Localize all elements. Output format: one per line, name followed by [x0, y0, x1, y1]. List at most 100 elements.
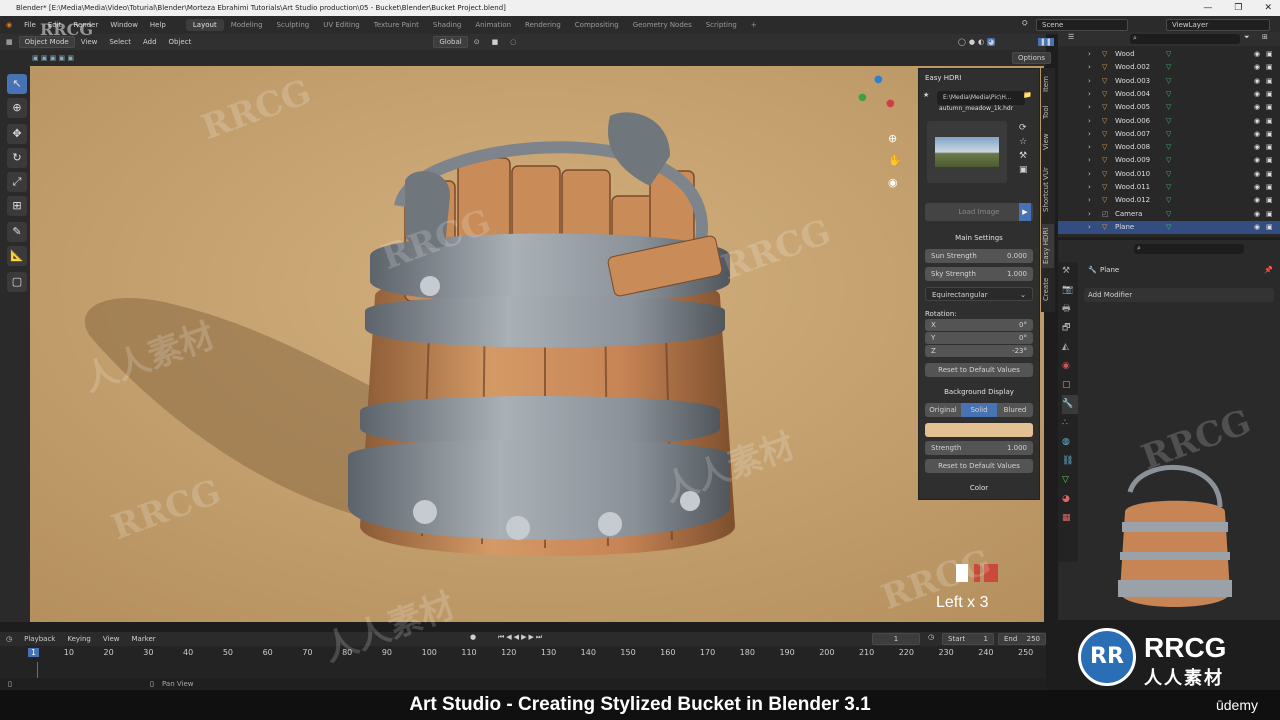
- playback-controls-icons[interactable]: ⏮◀◀▶▶⏭: [498, 633, 544, 642]
- menu-add[interactable]: Add: [137, 38, 163, 46]
- background-display-header[interactable]: Background Display: [925, 385, 1033, 399]
- render-visibility-icon[interactable]: ▣: [1266, 61, 1273, 74]
- tab-geometry-nodes[interactable]: Geometry Nodes: [626, 19, 699, 31]
- outliner-item[interactable]: › ▽ Wood.003 ▽ ◉ ▣: [1058, 75, 1280, 88]
- reset-defaults-button[interactable]: Reset to Default Values: [925, 363, 1033, 377]
- object-mode-dropdown[interactable]: Object Mode: [18, 36, 75, 48]
- options-dropdown[interactable]: Options: [1012, 52, 1052, 64]
- visibility-eye-icon[interactable]: ◉: [1254, 194, 1260, 207]
- measure-tool-icon[interactable]: 📐: [7, 246, 27, 266]
- tab-uv-editing[interactable]: UV Editing: [316, 19, 367, 31]
- shading-wireframe-icon[interactable]: ◯: [958, 38, 966, 46]
- rotation-z-field[interactable]: Z -23°: [925, 345, 1033, 357]
- visibility-eye-icon[interactable]: ◉: [1254, 75, 1260, 88]
- main-settings-header[interactable]: Main Settings: [925, 231, 1033, 245]
- tab-create[interactable]: Create: [1042, 274, 1054, 304]
- visibility-eye-icon[interactable]: ◉: [1254, 115, 1260, 128]
- minimize-icon[interactable]: —: [1203, 0, 1212, 16]
- scale-tool-icon[interactable]: ⤢: [7, 172, 27, 192]
- select-box-mode-icons[interactable]: ▣ ▣ ▣ ▣ ▣: [32, 54, 74, 62]
- scene-icon[interactable]: ◭: [1062, 338, 1078, 357]
- render-visibility-icon[interactable]: ▣: [1266, 221, 1273, 234]
- tab-tool[interactable]: Tool: [1042, 100, 1054, 124]
- expand-arrow-icon[interactable]: ›: [1088, 48, 1091, 61]
- close-icon[interactable]: ✕: [1264, 0, 1272, 16]
- select-tool-icon[interactable]: ↖: [7, 74, 27, 94]
- tab-shading[interactable]: Shading: [426, 19, 468, 31]
- tab-scripting[interactable]: Scripting: [699, 19, 744, 31]
- next-hdri-icon[interactable]: ▶: [1019, 203, 1031, 221]
- reset-defaults-button-2[interactable]: Reset to Default Values: [925, 459, 1033, 473]
- visibility-eye-icon[interactable]: ◉: [1254, 88, 1260, 101]
- maximize-icon[interactable]: ❐: [1234, 0, 1242, 16]
- tab-modeling[interactable]: Modeling: [224, 19, 270, 31]
- expand-arrow-icon[interactable]: ›: [1088, 181, 1091, 194]
- expand-arrow-icon[interactable]: ›: [1088, 115, 1091, 128]
- tab-item[interactable]: Item: [1042, 72, 1054, 96]
- outliner-item[interactable]: › ▽ Plane ▽ ◉ ▣: [1058, 220, 1280, 234]
- sky-strength-field[interactable]: Sky Strength 1.000: [925, 267, 1033, 281]
- outliner-search-input[interactable]: ⌕: [1130, 34, 1240, 44]
- expand-arrow-icon[interactable]: ›: [1088, 61, 1091, 74]
- pin-icon[interactable]: 📌: [1264, 266, 1273, 274]
- physics-icon[interactable]: ◍: [1062, 433, 1078, 452]
- outliner-item[interactable]: › ▽ Wood.007 ▽ ◉ ▣: [1058, 128, 1280, 141]
- snap-icon[interactable]: ■: [486, 38, 505, 46]
- cursor-tool-icon[interactable]: ⊕: [7, 98, 27, 118]
- strength-field[interactable]: Strength 1.000: [925, 441, 1033, 455]
- render-visibility-icon[interactable]: ▣: [1266, 168, 1273, 181]
- start-frame-field[interactable]: Start 1: [942, 633, 994, 645]
- current-frame-field[interactable]: 1: [872, 633, 920, 645]
- expand-arrow-icon[interactable]: ›: [1088, 141, 1091, 154]
- 3d-viewport[interactable]: ● ● ● ⊕ ✋ ◉ Left x 3: [30, 66, 1044, 622]
- rotate-tool-icon[interactable]: ↻: [7, 148, 27, 168]
- render-visibility-icon[interactable]: ▣: [1266, 48, 1273, 61]
- outliner-item[interactable]: › ▽ Wood.006 ▽ ◉ ▣: [1058, 115, 1280, 128]
- add-cube-tool-icon[interactable]: ▢: [7, 272, 27, 292]
- render-icon[interactable]: 📷: [1062, 281, 1078, 300]
- bg-option-original[interactable]: Original: [925, 403, 961, 417]
- texture-icon[interactable]: ▦: [1062, 509, 1078, 528]
- data-icon[interactable]: ▽: [1062, 471, 1078, 490]
- menu-keying[interactable]: Keying: [61, 635, 97, 643]
- menu-edit[interactable]: Edit: [42, 21, 68, 29]
- visibility-eye-icon[interactable]: ◉: [1254, 128, 1260, 141]
- load-image-button[interactable]: Load Image: [925, 203, 1033, 221]
- outliner-item[interactable]: › ▽ Wood.010 ▽ ◉ ▣: [1058, 168, 1280, 181]
- annotate-tool-icon[interactable]: ✎: [7, 222, 27, 242]
- render-visibility-icon[interactable]: ▣: [1266, 141, 1273, 154]
- expand-arrow-icon[interactable]: ›: [1088, 208, 1091, 221]
- playhead[interactable]: [37, 662, 38, 678]
- view-layer-selector[interactable]: ViewLayer: [1166, 19, 1270, 31]
- visibility-eye-icon[interactable]: ◉: [1254, 168, 1260, 181]
- sun-strength-field[interactable]: Sun Strength 0.000: [925, 249, 1033, 263]
- render-visibility-icon[interactable]: ▣: [1266, 75, 1273, 88]
- tab-animation[interactable]: Animation: [468, 19, 518, 31]
- outliner-item[interactable]: › ▽ Wood.011 ▽ ◉ ▣: [1058, 181, 1280, 194]
- shading-solid-icon[interactable]: ●: [969, 38, 975, 46]
- outliner-item[interactable]: › ▽ Wood.008 ▽ ◉ ▣: [1058, 141, 1280, 154]
- tab-view[interactable]: View: [1042, 130, 1054, 154]
- tab-rendering[interactable]: Rendering: [518, 19, 568, 31]
- tab-texture-paint[interactable]: Texture Paint: [367, 19, 426, 31]
- visibility-eye-icon[interactable]: ◉: [1254, 154, 1260, 167]
- image-icon[interactable]: ▣: [1019, 163, 1028, 177]
- constraints-icon[interactable]: ⛓: [1062, 452, 1078, 471]
- menu-timeline-view[interactable]: View: [97, 635, 126, 643]
- expand-arrow-icon[interactable]: ›: [1088, 75, 1091, 88]
- refresh-icon[interactable]: ⟳: [1019, 121, 1028, 135]
- scene-icon[interactable]: ⛭: [1022, 19, 1028, 28]
- projection-dropdown[interactable]: Equirectangular ⌄: [925, 287, 1033, 301]
- tab-easy-hdri[interactable]: Easy HDRI: [1042, 224, 1054, 268]
- outliner-item[interactable]: › ▽ Wood.004 ▽ ◉ ▣: [1058, 88, 1280, 101]
- object-icon[interactable]: ▢: [1062, 376, 1078, 395]
- display-mode-icon[interactable]: ☰: [1068, 33, 1074, 41]
- visibility-eye-icon[interactable]: ◉: [1254, 61, 1260, 74]
- sidebar-toggle-icon[interactable]: ❚❚: [1038, 38, 1054, 46]
- move-tool-icon[interactable]: ✥: [7, 124, 27, 144]
- visibility-eye-icon[interactable]: ◉: [1254, 101, 1260, 114]
- camera-view-icon[interactable]: ◉: [888, 172, 902, 194]
- menu-select[interactable]: Select: [103, 38, 137, 46]
- transform-tool-icon[interactable]: ⊞: [7, 196, 27, 216]
- pan-hand-icon[interactable]: ✋: [888, 150, 902, 172]
